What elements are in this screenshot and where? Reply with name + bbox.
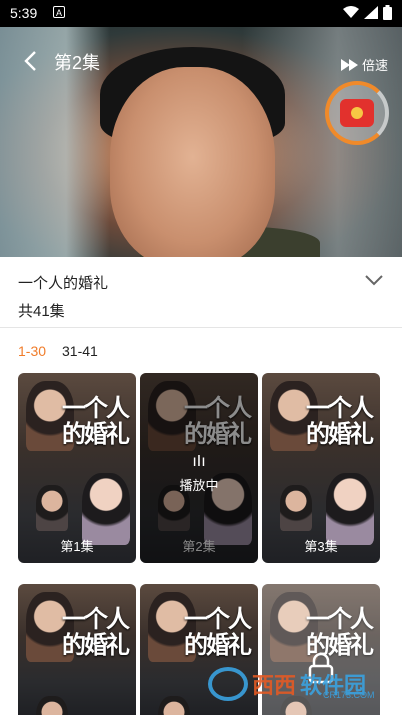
episode-label: 第1集 [60, 539, 94, 554]
watermark-text-1: 西西 [252, 673, 297, 698]
episode-card-1[interactable]: 一个人的婚礼 第1集 [18, 373, 136, 563]
cover-title: 一个人的婚礼 [62, 604, 130, 659]
episode-card-4[interactable]: 一个人的婚礼 [18, 584, 136, 715]
playing-bars-icon: ıIı [192, 453, 206, 470]
watermark: 西西 软件园 CR173.COM [208, 662, 388, 706]
divider [0, 327, 402, 328]
status-time: 5:39 [10, 5, 38, 21]
episode-label: 第2集 [182, 539, 216, 554]
battery-icon [383, 5, 392, 20]
sim-icon: A [53, 6, 65, 18]
watermark-url: CR173.COM [323, 690, 375, 700]
range-tab-1-30[interactable]: 1-30 [18, 343, 46, 359]
speed-label: 倍速 [361, 58, 388, 73]
cover-title: 一个人的婚礼 [62, 393, 130, 448]
chevron-down-icon[interactable] [364, 272, 384, 288]
back-button[interactable] [20, 49, 44, 73]
video-player[interactable]: 第2集 倍速 [0, 27, 402, 257]
cover-title: 一个人的婚礼 [306, 393, 374, 448]
cover-title: 一个人的婚礼 [184, 604, 252, 659]
range-tab-31-41[interactable]: 31-41 [62, 343, 98, 359]
episode-label: 第3集 [304, 539, 338, 554]
back-arrow-icon [24, 51, 36, 71]
drama-title: 一个人的婚礼 [18, 275, 109, 292]
red-packet-icon [340, 99, 374, 127]
fast-forward-icon [340, 58, 358, 71]
speed-button[interactable]: 倍速 [340, 55, 388, 74]
now-playing-indicator: ıIı 播放中 [140, 453, 258, 494]
episode-card-2[interactable]: 一个人的婚礼 ıIı 播放中 第2集 [140, 373, 258, 563]
site-logo-icon [208, 667, 248, 701]
now-playing-text: 播放中 [179, 478, 219, 493]
status-bar: 5:39 A [0, 0, 402, 27]
episode-count: 共41集 [18, 303, 65, 320]
episode-card-3[interactable]: 一个人的婚礼 第3集 [262, 373, 380, 563]
episode-title: 第2集 [54, 53, 101, 73]
wifi-icon [343, 6, 359, 18]
signal-icon [364, 6, 378, 19]
red-packet-button[interactable] [325, 81, 389, 145]
